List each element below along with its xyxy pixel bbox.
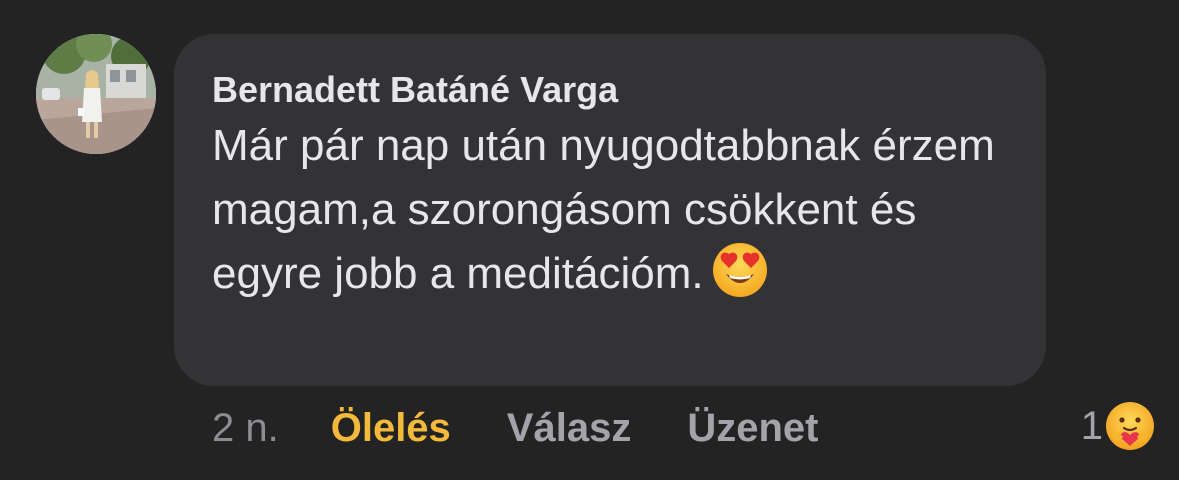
message-button[interactable]: Üzenet xyxy=(687,406,818,451)
hug-reaction-button[interactable]: Ölelés xyxy=(331,406,451,451)
comment-text: Már pár nap után nyugodtabbnak érzem mag… xyxy=(212,121,995,298)
comment-author[interactable]: Bernadett Batáné Varga xyxy=(212,68,1008,112)
reaction-count: 1 xyxy=(1080,403,1103,448)
comment-actions: 2 n. Ölelés Válasz Üzenet xyxy=(212,402,874,454)
comment-timestamp[interactable]: 2 n. xyxy=(212,406,279,451)
avatar[interactable] xyxy=(36,34,156,154)
comment-item: Bernadett Batáné Varga Már pár nap után … xyxy=(0,0,1179,480)
reply-button[interactable]: Válasz xyxy=(507,406,632,451)
avatar-photo xyxy=(36,34,156,154)
heart-eyes-emoji-icon xyxy=(712,242,768,298)
comment-bubble: Bernadett Batáné Varga Már pár nap után … xyxy=(174,34,1046,386)
reaction-summary[interactable]: 1 xyxy=(1081,400,1155,452)
comment-text-block: Már pár nap után nyugodtabbnak érzem mag… xyxy=(212,114,1032,306)
care-reaction-icon xyxy=(1106,402,1154,450)
